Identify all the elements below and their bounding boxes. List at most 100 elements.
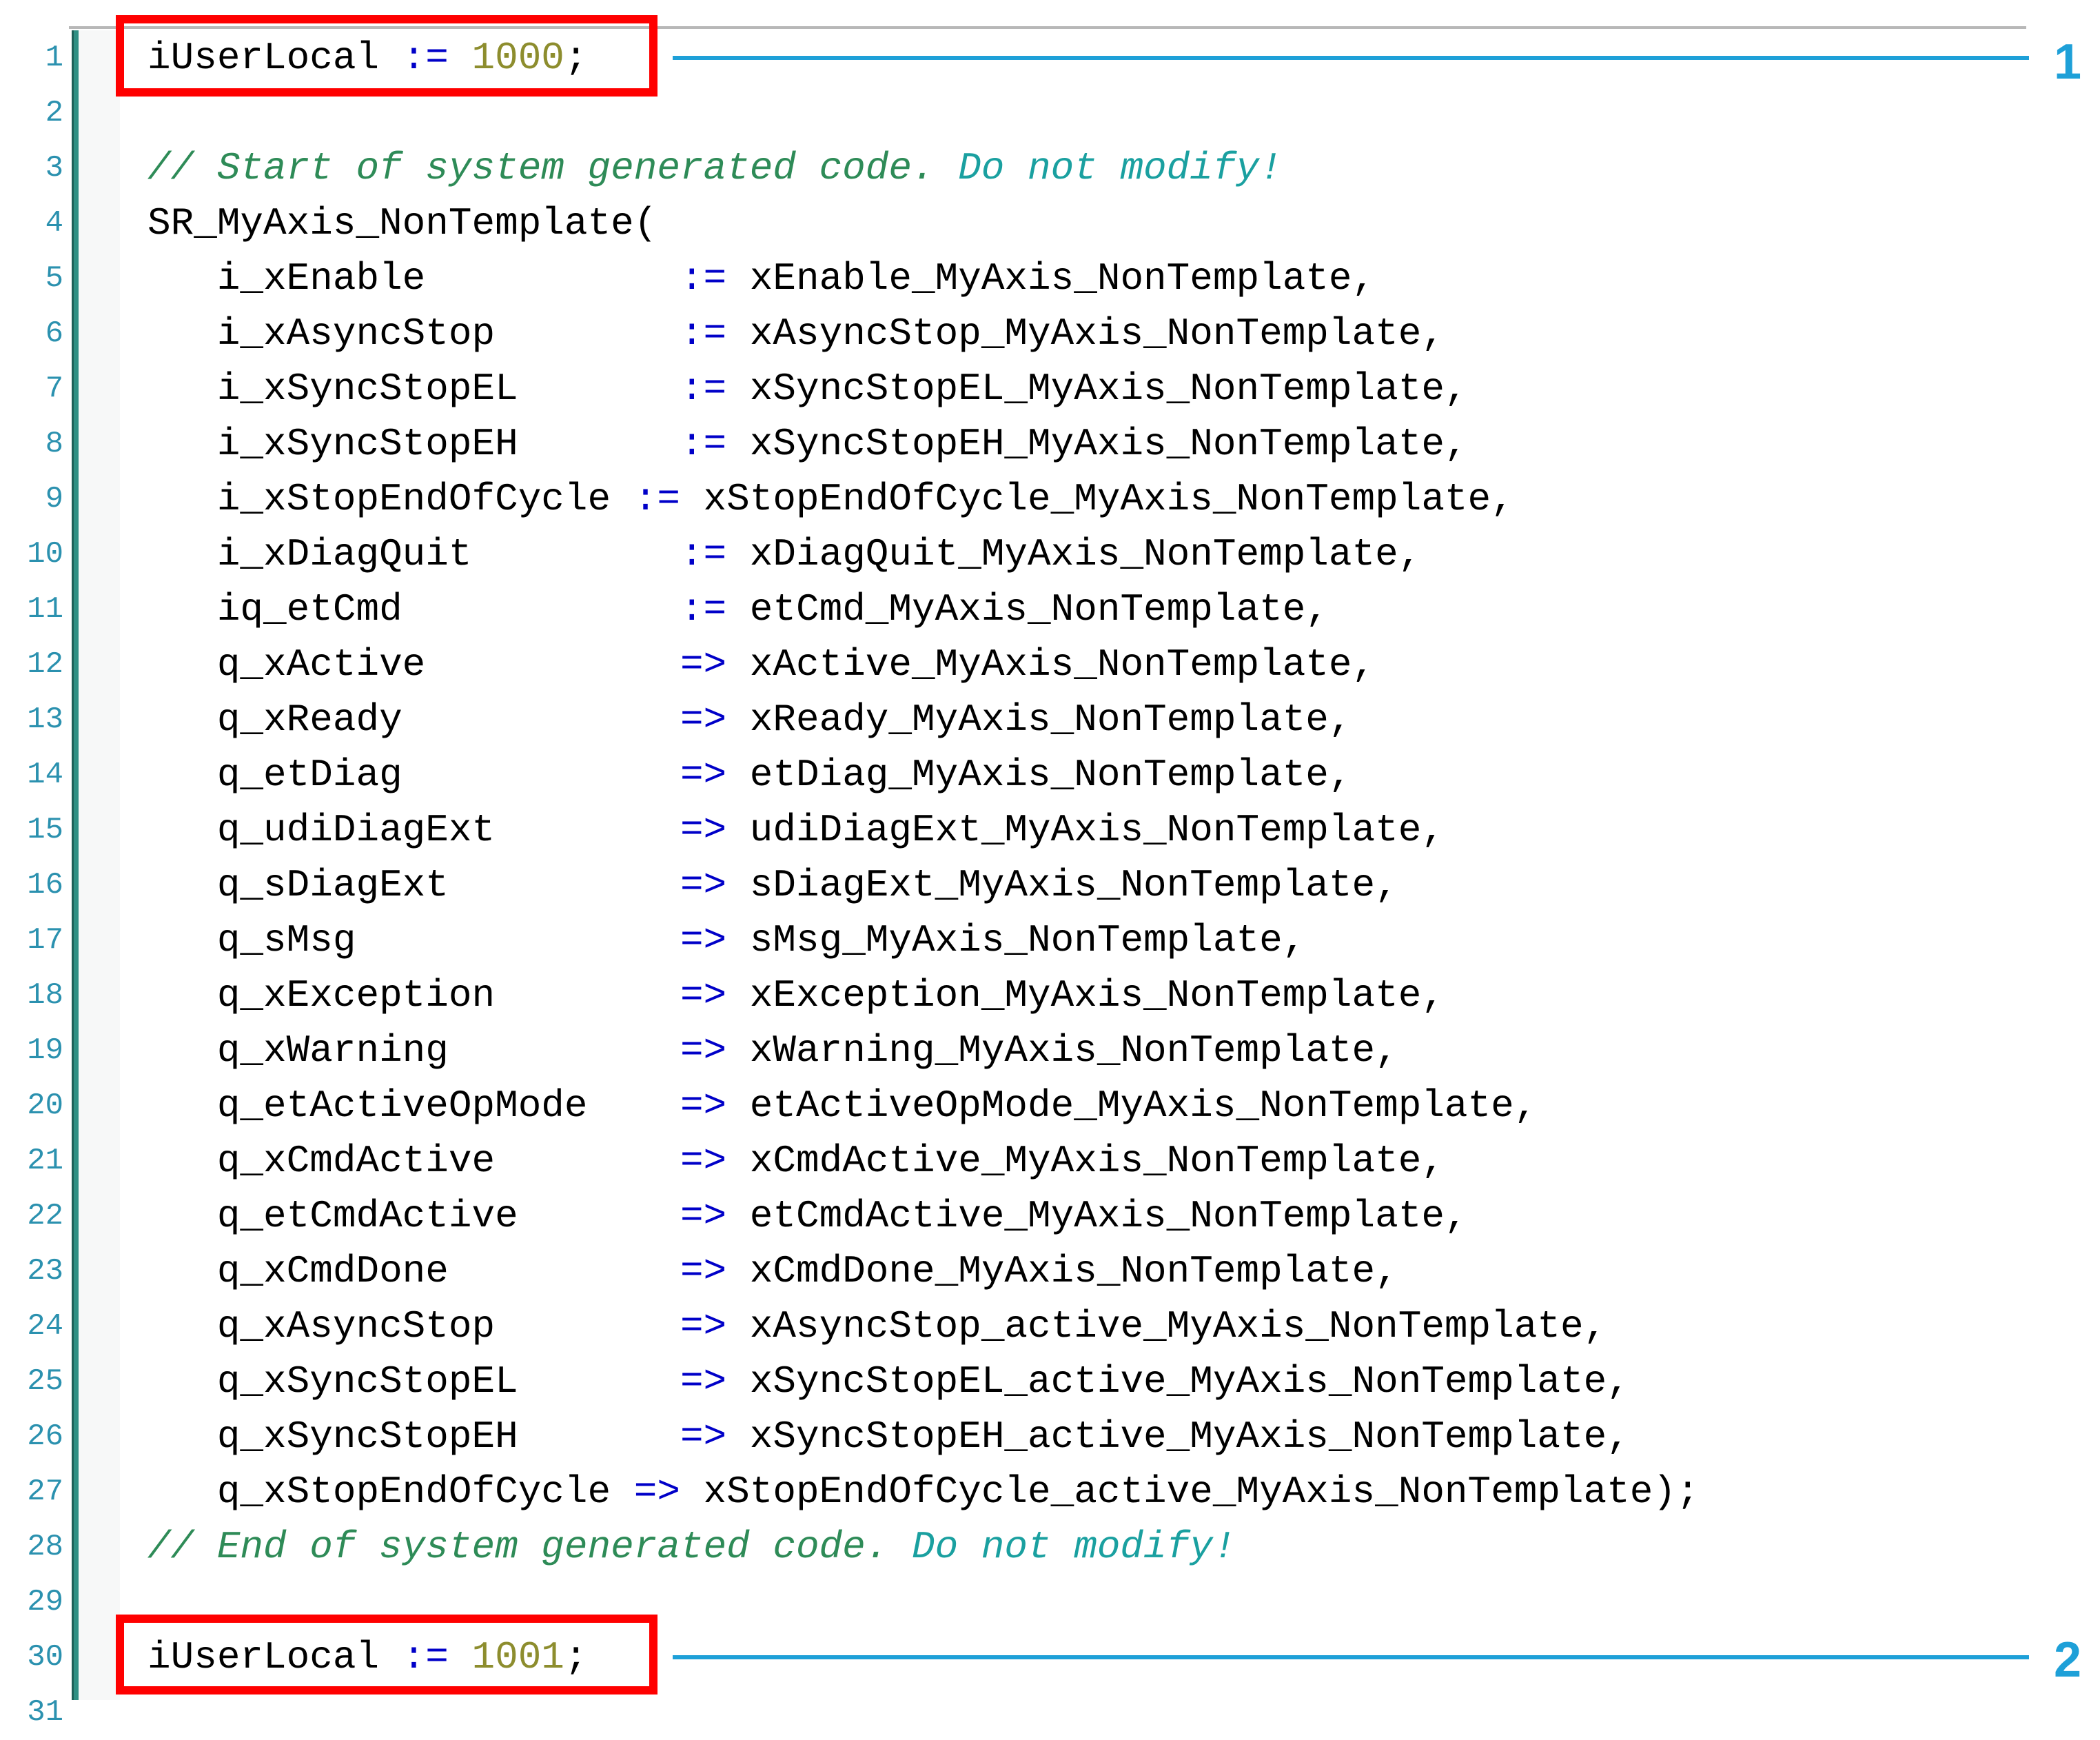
code-token-ident: etActiveOpMode_MyAxis_NonTemplate, <box>749 1084 1538 1128</box>
code-token-ident: xSyncStopEL_MyAxis_NonTemplate, <box>749 367 1468 411</box>
line-number: 5 <box>45 261 63 296</box>
code-token-op: => <box>633 1304 750 1348</box>
code-token-ident: xActive_MyAxis_NonTemplate, <box>749 643 1376 687</box>
code-line[interactable]: // End of system generated code. Do not … <box>147 1519 2063 1575</box>
code-token-ident: iq_etCmd <box>216 587 634 631</box>
code-token-ident: xException_MyAxis_NonTemplate, <box>749 973 1445 1018</box>
code-token-ident: xCmdActive_MyAxis_NonTemplate, <box>749 1139 1445 1183</box>
code-token-ident: xStopEndOfCycle_active_MyAxis_NonTemplat… <box>703 1470 1700 1514</box>
code-token-ident: q_etCmdActive <box>216 1194 634 1238</box>
line-number: 17 <box>27 923 63 958</box>
code-token-ident: q_xReady <box>216 698 634 742</box>
line-number: 2 <box>45 96 63 130</box>
code-token-ident: i_xSyncStopEL <box>216 367 634 411</box>
code-token-ident: q_xAsyncStop <box>216 1304 634 1348</box>
line-number: 7 <box>45 372 63 406</box>
line-numbers: 1 2 3 4 5 6 7 8 9 10 11 12 13 14 15 16 17 18 19 20 21 22 23 24 2… <box>0 30 69 1740</box>
editor-fold-margin <box>79 30 120 1700</box>
code-token-ident: etDiag_MyAxis_NonTemplate, <box>749 753 1352 797</box>
code-token-op: => <box>633 808 750 852</box>
line-number: 9 <box>45 482 63 516</box>
code-token-ident: i_xAsyncStop <box>216 312 634 356</box>
line-number: 3 <box>45 151 63 185</box>
code-line[interactable]: q_sMsg => sMsg_MyAxis_NonTemplate, <box>147 913 2063 968</box>
code-line[interactable]: i_xEnable := xEnable_MyAxis_NonTemplate, <box>147 251 2063 306</box>
code-token-ident: udiDiagExt_MyAxis_NonTemplate, <box>749 808 1445 852</box>
code-token-op: => <box>633 1194 750 1238</box>
code-line[interactable]: q_xSyncStopEL => xSyncStopEL_active_MyAx… <box>147 1354 2063 1409</box>
code-token-op: := <box>633 256 750 301</box>
code-line[interactable]: i_xSyncStopEH := xSyncStopEH_MyAxis_NonT… <box>147 416 2063 472</box>
code-token-op: => <box>633 1249 750 1293</box>
code-line[interactable]: q_xStopEndOfCycle => xStopEndOfCycle_act… <box>147 1464 2063 1519</box>
code-token-ident: q_xWarning <box>216 1029 634 1073</box>
code-line[interactable]: i_xAsyncStop := xAsyncStop_MyAxis_NonTem… <box>147 306 2063 361</box>
code-token-ident: q_xActive <box>216 643 634 687</box>
line-number: 1 <box>45 41 63 75</box>
code-line[interactable]: // Start of system generated code. Do no… <box>147 141 2063 196</box>
code-line[interactable]: q_xWarning => xWarning_MyAxis_NonTemplat… <box>147 1023 2063 1078</box>
code-token-ident: q_sMsg <box>216 918 634 962</box>
code-token-ident: sDiagExt_MyAxis_NonTemplate, <box>749 863 1398 907</box>
code-token-ident: i_xEnable <box>216 256 634 301</box>
highlight-box-line-30 <box>116 1615 657 1695</box>
code-token-ident: xSyncStopEL_active_MyAxis_NonTemplate, <box>749 1359 1630 1404</box>
code-token-ident: xDiagQuit_MyAxis_NonTemplate, <box>749 532 1422 576</box>
code-token-op: => <box>633 863 750 907</box>
code-line[interactable]: q_xCmdActive => xCmdActive_MyAxis_NonTem… <box>147 1133 2063 1188</box>
code-line[interactable]: i_xSyncStopEL := xSyncStopEL_MyAxis_NonT… <box>147 361 2063 416</box>
code-line[interactable]: iq_etCmd := etCmd_MyAxis_NonTemplate, <box>147 582 2063 637</box>
line-number: 12 <box>27 647 63 682</box>
code-token-ident: q_xSyncStopEL <box>216 1359 634 1404</box>
line-number: 19 <box>27 1033 63 1068</box>
code-token-op: => <box>633 1359 750 1404</box>
line-number: 23 <box>27 1254 63 1288</box>
code-token-op: := <box>633 367 750 411</box>
line-number: 15 <box>27 813 63 847</box>
line-number: 11 <box>27 592 63 627</box>
code-token-ident: xWarning_MyAxis_NonTemplate, <box>749 1029 1398 1073</box>
code-line[interactable]: q_xReady => xReady_MyAxis_NonTemplate, <box>147 692 2063 747</box>
code-line[interactable]: q_xSyncStopEH => xSyncStopEH_active_MyAx… <box>147 1409 2063 1464</box>
code-line[interactable]: q_sDiagExt => sDiagExt_MyAxis_NonTemplat… <box>147 858 2063 913</box>
code-line[interactable]: i_xDiagQuit := xDiagQuit_MyAxis_NonTempl… <box>147 527 2063 582</box>
code-token-op: => <box>633 1084 750 1128</box>
code-line[interactable]: q_xCmdDone => xCmdDone_MyAxis_NonTemplat… <box>147 1244 2063 1299</box>
line-number: 22 <box>27 1199 63 1233</box>
code-token-ident: q_xCmdActive <box>216 1139 634 1183</box>
line-number: 10 <box>27 537 63 571</box>
code-editor[interactable]: iUserLocal := 1000;// Start of system ge… <box>147 30 2063 1740</box>
code-token-ident: sMsg_MyAxis_NonTemplate, <box>749 918 1306 962</box>
code-token-ident: xAsyncStop_MyAxis_NonTemplate, <box>749 312 1445 356</box>
code-line[interactable]: q_xActive => xActive_MyAxis_NonTemplate, <box>147 637 2063 692</box>
code-line[interactable]: q_xException => xException_MyAxis_NonTem… <box>147 968 2063 1023</box>
line-number: 14 <box>27 758 63 792</box>
code-line[interactable]: i_xStopEndOfCycle := xStopEndOfCycle_MyA… <box>147 472 2063 527</box>
code-line[interactable]: q_udiDiagExt => udiDiagExt_MyAxis_NonTem… <box>147 802 2063 858</box>
code-token-ident: xEnable_MyAxis_NonTemplate, <box>749 256 1376 301</box>
code-token-comment: // End of system generated code. <box>147 1525 912 1569</box>
line-number: 25 <box>27 1364 63 1399</box>
code-token-ident: q_udiDiagExt <box>216 808 634 852</box>
highlight-box-line-1 <box>116 15 657 97</box>
code-token-ident: xAsyncStop_active_MyAxis_NonTemplate, <box>749 1304 1607 1348</box>
line-number: 27 <box>27 1475 63 1509</box>
code-line[interactable]: SR_MyAxis_NonTemplate( <box>147 196 2063 251</box>
code-line[interactable]: q_etActiveOpMode => etActiveOpMode_MyAxi… <box>147 1078 2063 1133</box>
line-number: 20 <box>27 1089 63 1123</box>
code-line[interactable]: q_xAsyncStop => xAsyncStop_active_MyAxis… <box>147 1299 2063 1354</box>
code-line[interactable]: q_etDiag => etDiag_MyAxis_NonTemplate, <box>147 747 2063 802</box>
code-line[interactable]: q_etCmdActive => etCmdActive_MyAxis_NonT… <box>147 1188 2063 1244</box>
